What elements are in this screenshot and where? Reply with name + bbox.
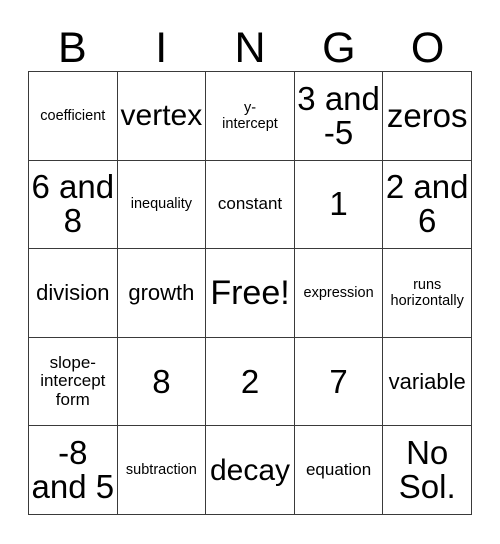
bingo-cell[interactable]: subtraction — [117, 426, 207, 515]
bingo-cell[interactable]: 8 — [117, 337, 207, 427]
bingo-cell-label: 8 — [152, 362, 171, 400]
bingo-cell-label: 7 — [329, 362, 348, 400]
bingo-cell[interactable]: inequality — [117, 160, 207, 250]
bingo-cell[interactable]: -8 and 5 — [29, 426, 118, 515]
bingo-cell-label: Free! — [210, 273, 290, 312]
bingo-cell[interactable]: runs horizontally — [383, 249, 472, 338]
header-letter-b: B — [58, 24, 87, 72]
bingo-cell[interactable]: No Sol. — [383, 426, 472, 515]
bingo-cell-label: y- intercept — [222, 99, 278, 132]
bingo-cell-label: coefficient — [40, 107, 106, 124]
bingo-cell-label: runs horizontally — [390, 276, 464, 309]
bingo-cell-label: 2 — [240, 362, 260, 400]
header-letter-g: G — [322, 24, 356, 72]
bingo-cell-label: constant — [217, 194, 283, 214]
bingo-cell-label: 6 and 8 — [31, 168, 115, 240]
bingo-cell[interactable]: division — [29, 249, 118, 338]
bingo-cell-label: vertex — [120, 99, 203, 133]
bingo-cell[interactable]: vertex — [117, 72, 207, 161]
bingo-cell[interactable]: coefficient — [29, 72, 118, 161]
bingo-cell-label: 3 and -5 — [297, 79, 380, 151]
bingo-cell-label: decay — [209, 453, 291, 487]
bingo-cell[interactable]: equation — [294, 426, 384, 515]
bingo-cell-label: 2 and 6 — [385, 168, 469, 240]
bingo-cell-label: inequality — [130, 196, 193, 213]
bingo-cell[interactable]: 2 and 6 — [383, 160, 472, 250]
bingo-cell[interactable]: constant — [206, 160, 295, 250]
bingo-cell[interactable]: decay — [206, 426, 295, 515]
bingo-header: B I N G O — [28, 14, 472, 70]
bingo-cell[interactable]: slope- intercept form — [29, 337, 118, 427]
bingo-cell[interactable]: expression — [294, 249, 384, 338]
bingo-cell-label: growth — [128, 280, 195, 306]
bingo-cell-label: 1 — [329, 185, 348, 223]
bingo-cell-label: expression — [303, 284, 374, 301]
header-letter-i: I — [155, 24, 168, 72]
bingo-cell[interactable]: growth — [117, 249, 207, 338]
bingo-cell-label: -8 and 5 — [31, 434, 115, 506]
bingo-cell[interactable]: 3 and -5 — [294, 72, 384, 161]
bingo-cell-label: variable — [388, 368, 466, 394]
bingo-grid: coefficient vertex y- intercept 3 and -5 zer… — [28, 71, 472, 515]
bingo-cell-label: zeros — [386, 96, 468, 134]
bingo-cell[interactable]: zeros — [383, 72, 472, 161]
bingo-cell[interactable]: variable — [383, 337, 472, 427]
bingo-cell-free[interactable]: Free! — [206, 249, 295, 338]
bingo-cell-label: slope- intercept form — [40, 352, 106, 409]
bingo-cell[interactable]: 7 — [294, 337, 384, 427]
bingo-cell-label: division — [36, 280, 110, 306]
bingo-cell-label: equation — [305, 459, 372, 479]
bingo-cell[interactable]: y- intercept — [206, 72, 295, 161]
header-letter-n: N — [234, 24, 266, 72]
bingo-cell-label: No Sol. — [398, 434, 456, 506]
header-letter-o: O — [410, 24, 445, 72]
bingo-cell[interactable]: 6 and 8 — [29, 160, 118, 250]
bingo-cell[interactable]: 1 — [294, 160, 384, 250]
bingo-card: B I N G O coefficient vertex y- intercept 3… — [0, 0, 500, 544]
bingo-cell[interactable]: 2 — [206, 337, 295, 427]
bingo-cell-label: subtraction — [125, 462, 197, 479]
